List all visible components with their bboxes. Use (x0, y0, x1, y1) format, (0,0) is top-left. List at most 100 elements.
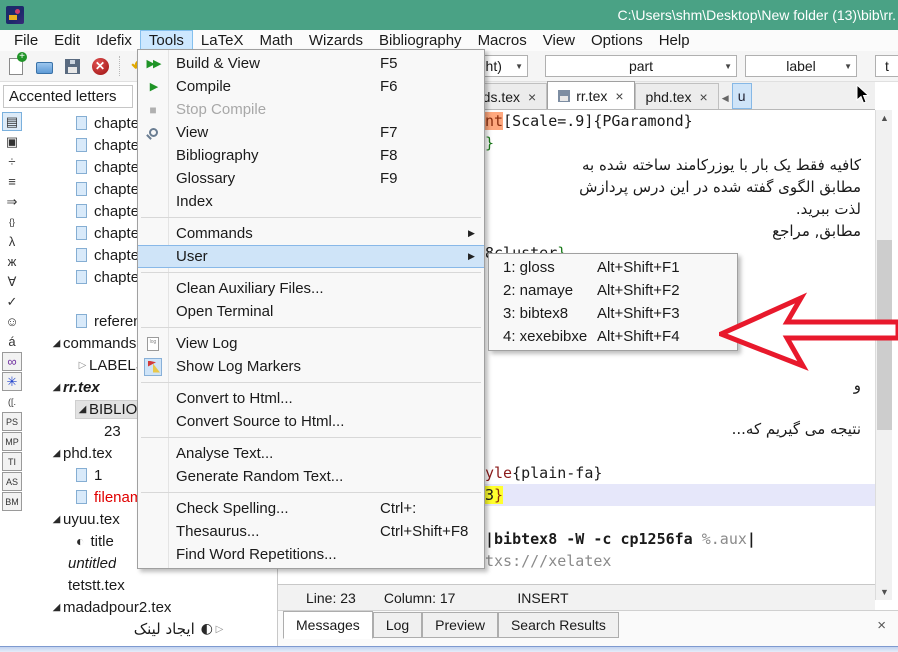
menubar-item-wizards[interactable]: Wizards (301, 30, 371, 51)
menubar-item-options[interactable]: Options (583, 30, 651, 51)
tree-item[interactable]: tetstt.tex (24, 574, 278, 596)
user-command-namaye[interactable]: 2: namayeAlt+Shift+F2 (489, 279, 737, 302)
panel-tab-log[interactable]: Log (373, 612, 422, 638)
menu-item-convert-source-to-html[interactable]: Convert Source to Html... (138, 410, 484, 433)
editor-tab-rr-tex[interactable]: rr.tex× (547, 81, 634, 109)
expander-open-icon[interactable]: ◢ (50, 382, 63, 393)
misc-math-icon[interactable]: ∞ (2, 352, 22, 371)
menu-item-view[interactable]: ViewF7 (138, 121, 484, 144)
menu-item-commands[interactable]: Commands▶ (138, 222, 484, 245)
menu-item-analyse-text[interactable]: Analyse Text... (138, 442, 484, 465)
expander-open-icon[interactable]: ◢ (76, 404, 89, 415)
title-bar[interactable]: C:\Users\shm\Desktop\New folder (13)\bib… (0, 0, 898, 30)
expander-closed-icon[interactable]: ▷ (213, 624, 226, 635)
close-panel-icon[interactable]: × (877, 617, 886, 634)
menu-item-glossary[interactable]: GlossaryF9 (138, 167, 484, 190)
save-button[interactable] (60, 54, 84, 78)
expander-open-icon[interactable]: ◢ (50, 602, 63, 613)
menu-item-find-word-repetitions[interactable]: Find Word Repetitions... (138, 543, 484, 566)
menubar-item-macros[interactable]: Macros (470, 30, 535, 51)
menubar-item-file[interactable]: File (6, 30, 46, 51)
new-document-button[interactable] (4, 54, 28, 78)
tikz-panel-icon[interactable]: TI (2, 452, 22, 471)
menu-item-compile[interactable]: ▶CompileF6 (138, 75, 484, 98)
menubar-item-tools[interactable]: Tools (140, 30, 193, 51)
user-command-bibtex8[interactable]: 3: bibtex8Alt+Shift+F3 (489, 302, 737, 325)
tools-menu-popup: ▶▶Build & ViewF5▶CompileF6■Stop CompileV… (137, 49, 485, 569)
menu-item-clean-auxiliary-files[interactable]: Clean Auxiliary Files... (138, 277, 484, 300)
section-combo[interactable]: part ▼ (545, 55, 737, 77)
logic-symbols-icon[interactable]: ∀ (2, 272, 22, 291)
special-symbols-icon[interactable]: ☺ (2, 312, 22, 331)
menu-item-view-log[interactable]: logView Log (138, 332, 484, 355)
menubar-item-math[interactable]: Math (251, 30, 300, 51)
scroll-up-icon[interactable]: ▲ (876, 110, 893, 126)
metapost-panel-icon[interactable]: MP (2, 432, 22, 451)
menu-item-user[interactable]: User▶ (138, 245, 484, 268)
delimiters-icon[interactable]: {} (2, 212, 22, 231)
open-button[interactable] (32, 54, 56, 78)
tree-item-label: chapte (94, 137, 139, 154)
expander-open-icon[interactable]: ◢ (50, 514, 63, 525)
panel-tab-preview[interactable]: Preview (422, 612, 498, 638)
expander-open-icon[interactable]: ◢ (50, 448, 63, 459)
tree-item[interactable]: ◢madadpour2.tex (24, 596, 278, 618)
expander-closed-icon[interactable]: ▷ (76, 360, 89, 371)
user-command-xexebibxe[interactable]: 4: xexebibxeAlt+Shift+F4 (489, 325, 737, 348)
menubar-item-edit[interactable]: Edit (46, 30, 88, 51)
new-document-icon (9, 58, 23, 75)
menu-item-convert-to-html[interactable]: Convert to Html... (138, 387, 484, 410)
tab-scroll-left-icon[interactable]: ◀ (719, 87, 732, 109)
stop-compile-icon: ■ (149, 103, 156, 117)
label-combo[interactable]: label ▼ (745, 55, 857, 77)
editor-tab-phd-tex[interactable]: phd.tex× (635, 83, 719, 109)
accented-letters-icon[interactable]: á (2, 332, 22, 351)
stop-button[interactable]: ✕ (88, 54, 112, 78)
menu-item-bibliography[interactable]: BibliographyF8 (138, 144, 484, 167)
arrows-icon[interactable]: ⇒ (2, 192, 22, 211)
submenu-arrow-icon: ▶ (468, 228, 484, 239)
menu-item-check-spelling[interactable]: Check Spelling...Ctrl+: (138, 497, 484, 520)
tab-close-icon[interactable]: × (528, 89, 536, 105)
user-command-gloss[interactable]: 1: glossAlt+Shift+F1 (489, 256, 737, 279)
menu-item-label: Analyse Text... (168, 445, 380, 462)
menubar-item-idefix[interactable]: Idefix (88, 30, 140, 51)
tree-item[interactable]: ▷◐ايجاد لينک (24, 618, 278, 640)
menu-item-index[interactable]: Index (138, 190, 484, 213)
beamer-panel-icon[interactable]: BM (2, 492, 22, 511)
panel-tab-messages[interactable]: Messages (283, 611, 373, 639)
expander-open-icon[interactable]: ◢ (50, 338, 63, 349)
menu-item-show-log-markers[interactable]: Show Log Markers (138, 355, 484, 378)
menubar-item-latex[interactable]: LaTeX (193, 30, 252, 51)
partial-combo[interactable]: t (875, 55, 898, 77)
tree-item-label: title (90, 533, 113, 550)
menu-item-icon-cell (138, 128, 168, 137)
scroll-down-icon[interactable]: ▼ (876, 584, 893, 600)
menu-item-stop-compile[interactable]: ■Stop Compile (138, 98, 484, 121)
asymptote-panel-icon[interactable]: AS (2, 472, 22, 491)
editor-tab-partial[interactable]: u (732, 83, 752, 109)
menu-item-build-view[interactable]: ▶▶Build & ViewF5 (138, 52, 484, 75)
combo-value: part (629, 58, 653, 74)
menubar-item-bibliography[interactable]: Bibliography (371, 30, 470, 51)
asterisk-panel-icon[interactable]: ✳ (2, 372, 22, 391)
panel-tab-search-results[interactable]: Search Results (498, 612, 619, 638)
tab-close-icon[interactable]: × (615, 88, 623, 104)
structure-panel-icon[interactable]: ▤ (2, 112, 22, 131)
code-segment: [Scale=.9]{PGaramond} (503, 112, 693, 130)
menu-item-open-terminal[interactable]: Open Terminal (138, 300, 484, 323)
menubar-item-view[interactable]: View (535, 30, 583, 51)
pstricks-panel-icon[interactable]: PS (2, 412, 22, 431)
greek-letters-icon[interactable]: λ (2, 232, 22, 251)
math-operators-icon[interactable]: ÷ (2, 152, 22, 171)
menubar-item-help[interactable]: Help (651, 30, 698, 51)
relations-icon[interactable]: ≡ (2, 172, 22, 191)
menu-item-thesaurus[interactable]: Thesaurus...Ctrl+Shift+F8 (138, 520, 484, 543)
menu-item-generate-random-text[interactable]: Generate Random Text... (138, 465, 484, 488)
cyrillic-letters-icon[interactable]: ж (2, 252, 22, 271)
symbol-filter-combo[interactable]: Accented letters (3, 85, 133, 108)
bookmark-panel-icon[interactable]: ▣ (2, 132, 22, 151)
brackets-panel-icon[interactable]: ([. (2, 392, 22, 411)
misc-symbols-icon[interactable]: ✓ (2, 292, 22, 311)
tab-close-icon[interactable]: × (699, 89, 707, 105)
